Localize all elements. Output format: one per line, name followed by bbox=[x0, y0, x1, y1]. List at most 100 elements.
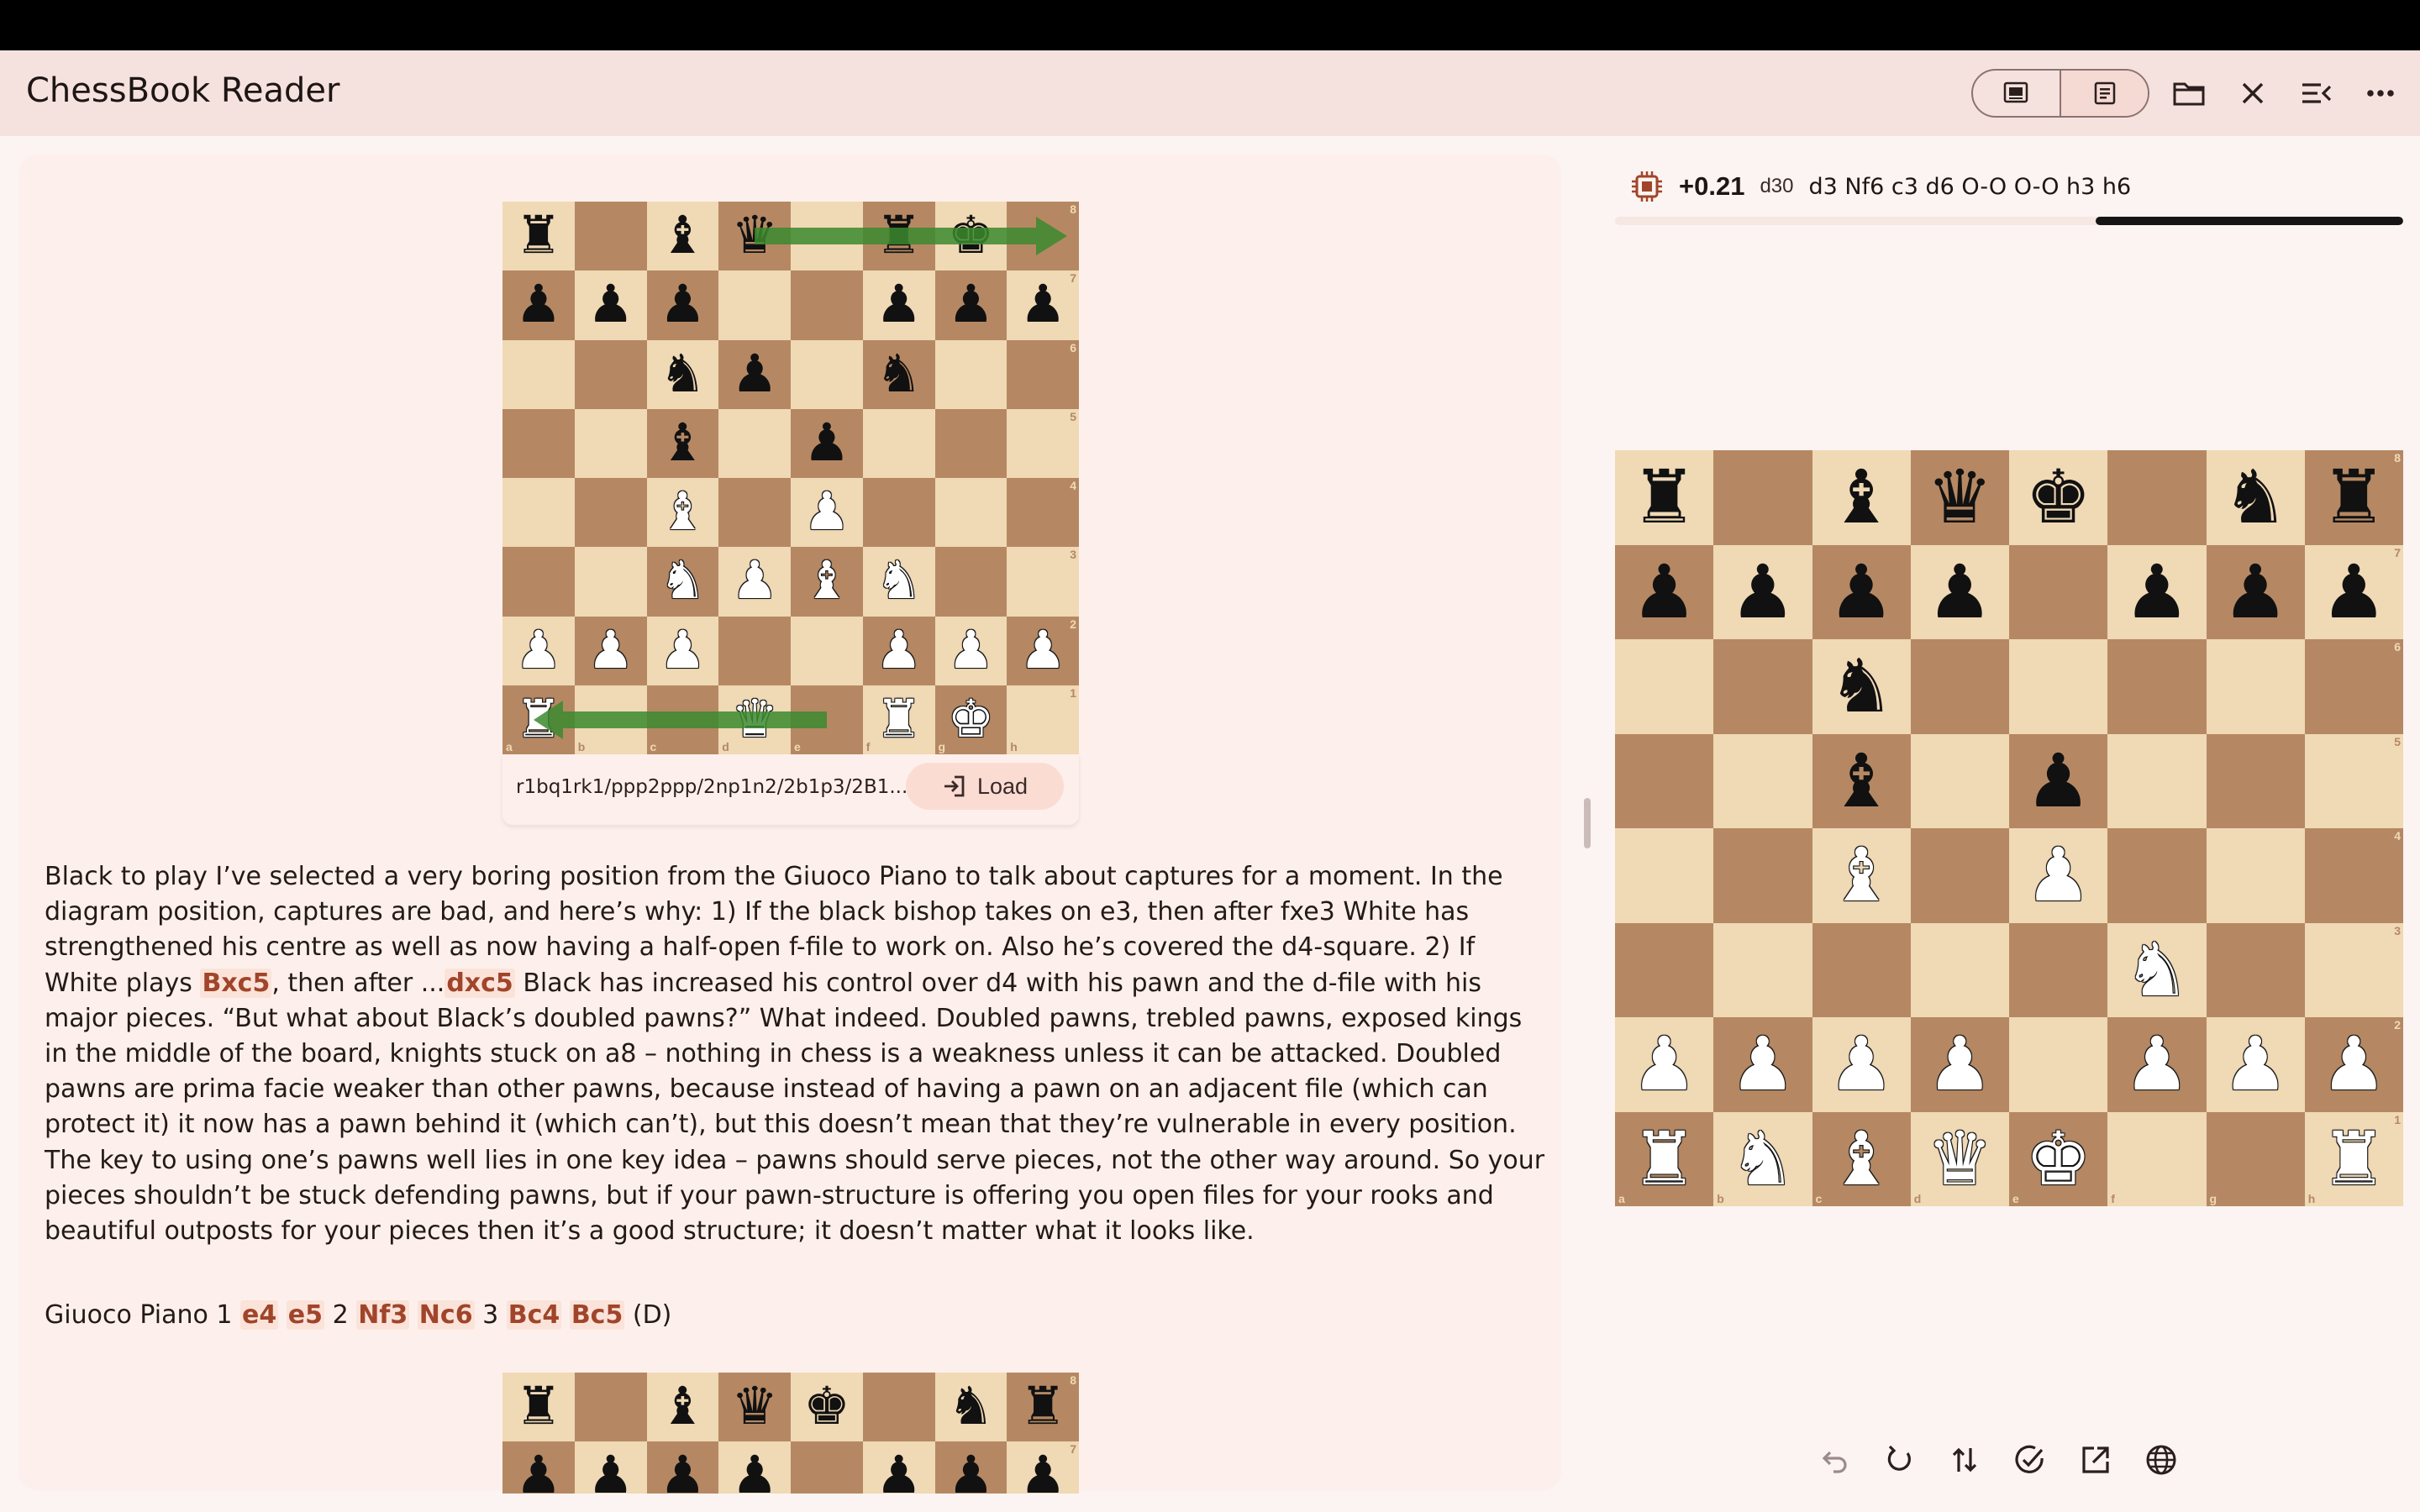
engine-chip-icon[interactable] bbox=[1630, 170, 1664, 203]
black-pawn-icon[interactable]: ♟ bbox=[1729, 554, 1796, 629]
black-pawn-icon[interactable]: ♟ bbox=[948, 1450, 995, 1494]
white-rook-icon[interactable]: ♜ bbox=[2321, 1121, 2387, 1196]
black-pawn-icon[interactable]: ♟ bbox=[2223, 554, 2289, 629]
square-e6[interactable] bbox=[2009, 639, 2108, 734]
square-f6[interactable] bbox=[2107, 639, 2207, 734]
square-c2[interactable]: ♟ bbox=[1812, 1017, 1911, 1112]
black-king-icon[interactable]: ♚ bbox=[2025, 460, 2091, 534]
black-king-icon[interactable]: ♚ bbox=[803, 1381, 850, 1433]
square-f7[interactable]: ♟ bbox=[862, 1441, 935, 1494]
black-pawn-icon[interactable]: ♟ bbox=[876, 1450, 923, 1494]
move-link[interactable]: e4 bbox=[240, 1300, 279, 1330]
square-a8[interactable]: ♜ bbox=[1615, 450, 1714, 545]
diagram-board-2[interactable]: ♜ ♝ ♛ ♚ ♞ ♜ 8 ♟ ♟ ♟ ♟ ♟ ♟ ♟ 7 bbox=[502, 1373, 1079, 1494]
black-rook-icon[interactable]: ♜ bbox=[2321, 460, 2387, 534]
square-d1[interactable]: ♛d bbox=[1910, 1111, 2009, 1206]
black-pawn-icon[interactable]: ♟ bbox=[2025, 743, 2091, 818]
square-h6[interactable]: 6 bbox=[2304, 639, 2403, 734]
square-g7[interactable]: ♟ bbox=[2206, 544, 2305, 639]
load-position-button[interactable]: Load bbox=[906, 763, 1064, 810]
analyze-button[interactable] bbox=[2012, 1441, 2049, 1478]
square-f8[interactable] bbox=[862, 1373, 935, 1441]
square-e5[interactable]: ♟ bbox=[2009, 733, 2108, 828]
move-link[interactable]: Nc6 bbox=[417, 1300, 475, 1330]
square-d2[interactable]: ♟ bbox=[1910, 1017, 2009, 1112]
black-rook-icon[interactable]: ♜ bbox=[1019, 1381, 1066, 1433]
square-d3[interactable] bbox=[1910, 922, 2009, 1017]
black-pawn-icon[interactable]: ♟ bbox=[2321, 554, 2387, 629]
white-pawn-icon[interactable]: ♟ bbox=[1927, 1027, 1993, 1101]
square-e7[interactable] bbox=[2009, 544, 2108, 639]
move-link[interactable]: Bxc5 bbox=[200, 968, 272, 998]
toggle-panel-button[interactable] bbox=[2297, 74, 2336, 113]
black-knight-icon[interactable]: ♞ bbox=[2223, 460, 2289, 534]
square-f2[interactable]: ♟ bbox=[2107, 1017, 2207, 1112]
square-c7[interactable]: ♟ bbox=[1812, 544, 1911, 639]
square-h4[interactable]: 4 bbox=[2304, 828, 2403, 923]
move-link[interactable]: Bc5 bbox=[569, 1300, 625, 1330]
square-c4[interactable]: ♝ bbox=[1812, 828, 1911, 923]
square-b8[interactable] bbox=[574, 1373, 647, 1441]
square-f3[interactable]: ♞ bbox=[2107, 922, 2207, 1017]
white-pawn-icon[interactable]: ♟ bbox=[1729, 1027, 1796, 1101]
square-h8[interactable]: ♜ 8 bbox=[1007, 1373, 1079, 1441]
more-button[interactable] bbox=[2361, 74, 2400, 113]
square-h1[interactable]: ♜ 1 h bbox=[2304, 1111, 2403, 1206]
square-a3[interactable] bbox=[1615, 922, 1714, 1017]
rotate-button[interactable] bbox=[1881, 1441, 1918, 1478]
square-f4[interactable] bbox=[2107, 828, 2207, 923]
square-g1[interactable]: g bbox=[2206, 1111, 2305, 1206]
square-b1[interactable]: ♞ b bbox=[1713, 1111, 1812, 1206]
white-pawn-icon[interactable]: ♟ bbox=[2025, 838, 2091, 912]
white-pawn-icon[interactable]: ♟ bbox=[2321, 1027, 2387, 1101]
square-c3[interactable] bbox=[1812, 922, 1911, 1017]
black-bishop-icon[interactable]: ♝ bbox=[1828, 460, 1895, 534]
white-king-icon[interactable]: ♚ bbox=[2025, 1121, 2091, 1196]
move-link[interactable]: Bc4 bbox=[506, 1300, 562, 1330]
square-e2[interactable] bbox=[2009, 1017, 2108, 1112]
white-bishop-icon[interactable]: ♝ bbox=[1828, 1121, 1895, 1196]
square-g4[interactable] bbox=[2206, 828, 2305, 923]
square-g6[interactable] bbox=[2206, 639, 2305, 734]
view-mode-toggle[interactable] bbox=[1971, 69, 2149, 118]
move-link[interactable]: dxc5 bbox=[445, 968, 515, 998]
black-pawn-icon[interactable]: ♟ bbox=[1631, 554, 1697, 629]
square-f1[interactable]: f bbox=[2107, 1111, 2207, 1206]
square-b3[interactable] bbox=[1713, 922, 1812, 1017]
black-pawn-icon[interactable]: ♟ bbox=[515, 1450, 562, 1494]
square-b5[interactable] bbox=[1713, 733, 1812, 828]
square-b8[interactable] bbox=[1713, 450, 1812, 545]
white-rook-icon[interactable]: ♜ bbox=[1631, 1121, 1697, 1196]
square-e1[interactable]: ♚ e bbox=[2009, 1111, 2108, 1206]
black-pawn-icon[interactable]: ♟ bbox=[1019, 1450, 1066, 1494]
square-b4[interactable] bbox=[1713, 828, 1812, 923]
square-d5[interactable] bbox=[1910, 733, 2009, 828]
white-bishop-icon[interactable]: ♝ bbox=[1828, 838, 1895, 912]
square-b6[interactable] bbox=[1713, 639, 1812, 734]
square-h8[interactable]: ♜ 8 bbox=[2304, 450, 2403, 545]
square-d4[interactable] bbox=[1910, 828, 2009, 923]
black-bishop-icon[interactable]: ♝ bbox=[660, 1381, 707, 1433]
square-a7[interactable]: ♟ bbox=[1615, 544, 1714, 639]
main-board[interactable]: ♜ ♝ ♛ ♚ ♞ ♜ 8 ♟ ♟ ♟ ♟ ♟ ♟ ♟ 7 ♞ 6 ♝ ♟ 5 ♝ ♟ 4 ♞ 3 ♟ ♟ ♟ ♟ ♟ ♟ ♟ 2 ♜ a ♞ b ♝ c ♛… bbox=[1615, 450, 2403, 1206]
open-external-button[interactable] bbox=[2077, 1441, 2114, 1478]
black-rook-icon[interactable]: ♜ bbox=[1631, 460, 1697, 534]
square-e8[interactable]: ♚ bbox=[2009, 450, 2108, 545]
square-b7[interactable]: ♟ bbox=[1713, 544, 1812, 639]
black-bishop-icon[interactable]: ♝ bbox=[1828, 743, 1895, 818]
move-link[interactable]: Nf3 bbox=[356, 1300, 410, 1330]
square-c1[interactable]: ♝ c bbox=[1812, 1111, 1911, 1206]
black-knight-icon[interactable]: ♞ bbox=[948, 1381, 995, 1433]
square-a1[interactable]: ♜a bbox=[1615, 1111, 1714, 1206]
black-pawn-icon[interactable]: ♟ bbox=[1927, 554, 1993, 629]
white-knight-icon[interactable]: ♞ bbox=[1729, 1121, 1796, 1196]
black-pawn-icon[interactable]: ♟ bbox=[2123, 554, 2190, 629]
black-pawn-icon[interactable]: ♟ bbox=[660, 1450, 707, 1494]
square-f8[interactable] bbox=[2107, 450, 2207, 545]
square-a7[interactable]: ♟ bbox=[502, 1441, 575, 1494]
square-h2[interactable]: ♟ 2 bbox=[2304, 1017, 2403, 1112]
square-d7[interactable]: ♟ bbox=[1910, 544, 2009, 639]
square-g5[interactable] bbox=[2206, 733, 2305, 828]
square-e4[interactable]: ♟ bbox=[2009, 828, 2108, 923]
square-a8[interactable]: ♜ bbox=[502, 1373, 575, 1441]
